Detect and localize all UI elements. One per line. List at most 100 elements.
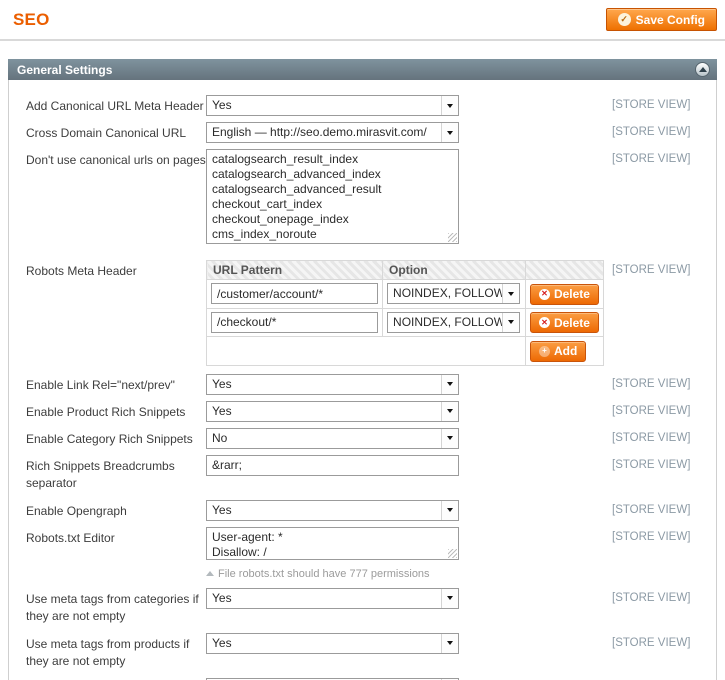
delete-icon: ✕ [538,317,550,328]
row-meta-categories: Use meta tags from categories if they ar… [26,587,708,625]
scope-label: [STORE VIEW] [612,404,691,417]
row-robots-txt: Robots.txt Editor User-agent: * Disallow… [26,526,708,580]
field-label: Enable Category Rich Snippets [26,431,193,446]
scope-label: [STORE VIEW] [612,458,691,471]
dropdown-arrow-icon [441,500,458,520]
settings-form: Add Canonical URL Meta Header Yes [STORE… [8,80,717,680]
plus-icon: + [538,345,550,357]
row-product-rich-snippets: Enable Product Rich Snippets Yes [STORE … [26,400,708,422]
row-category-rich-snippets: Enable Category Rich Snippets No [STORE … [26,427,708,449]
dropdown-arrow-icon [502,284,520,304]
no-canonical-pages-textarea[interactable]: catalogsearch_result_index catalogsearch… [206,149,459,244]
field-label: Use meta tags from categories if they ar… [26,591,199,623]
select-value: Yes [212,502,232,517]
dropdown-arrow-icon [441,374,458,394]
dropdown-arrow-icon [502,312,520,332]
scope-label: [STORE VIEW] [612,503,691,516]
column-header-url-pattern: URL Pattern [205,260,384,280]
row-cross-domain: Cross Domain Canonical URL English — htt… [26,122,708,143]
save-config-label: Save Config [635,12,705,27]
select-value: Yes [212,98,232,112]
header-divider [0,39,725,41]
scope-label: [STORE VIEW] [612,126,691,138]
page-title: SEO [13,9,50,29]
robots-meta-table: URL Pattern Option NOINDEX, FOLLOW [205,260,605,366]
column-header-action [524,260,605,280]
breadcrumbs-separator-input[interactable] [206,454,459,476]
column-header-option: Option [382,260,526,280]
meta-categories-select[interactable]: Yes [206,587,459,609]
add-button[interactable]: + Add [529,340,587,362]
content-header: SEO ✓ Save Config [0,0,725,31]
product-rich-snippets-select[interactable]: Yes [206,400,459,422]
field-label: Cross Domain Canonical URL [26,126,187,140]
row-no-canonical-pages: Don't use canonical urls on pages catalo… [26,149,708,249]
select-value: NOINDEX, FOLLOW [393,314,503,329]
section-header-general-settings[interactable]: General Settings [8,59,717,80]
note-text: File robots.txt should have 777 permissi… [218,567,430,580]
category-rich-snippets-select[interactable]: No [206,427,459,449]
url-pattern-input[interactable] [211,283,379,305]
scope-label: [STORE VIEW] [612,530,691,543]
delete-button[interactable]: ✕ Delete [529,283,599,305]
dropdown-arrow-icon [441,96,458,115]
warning-icon [206,571,214,576]
select-value: NOINDEX, FOLLOW [393,286,503,301]
canonical-meta-select[interactable]: Yes [206,95,459,116]
field-label: Enable Product Rich Snippets [26,404,186,419]
section-title: General Settings [17,62,113,77]
select-value: Yes [212,590,232,605]
field-label: Robots Meta Header [26,264,137,278]
scope-label: [STORE VIEW] [612,377,691,390]
scope-label: [STORE VIEW] [612,636,691,649]
scope-label: [STORE VIEW] [612,431,691,444]
select-value: English — http://seo.demo.mirasvit.com/ [212,125,427,139]
select-value: Yes [212,635,232,650]
row-breadcrumbs-separator: Rich Snippets Breadcrumbs separator [STO… [26,454,708,492]
dropdown-arrow-icon [441,123,458,142]
delete-button[interactable]: ✕ Delete [529,312,599,333]
select-value: No [212,430,228,445]
field-label: Robots.txt Editor [26,530,115,545]
field-label: Use meta tags from products if they are … [26,636,190,668]
field-label: Don't use canonical urls on pages [26,153,206,167]
url-pattern-input[interactable] [211,311,379,333]
row-canonical-meta: Add Canonical URL Meta Header Yes [STORE… [26,95,708,116]
delete-label: Delete [553,315,590,330]
add-label: Add [553,344,578,358]
table-add-row: + Add [206,336,605,366]
field-label: Add Canonical URL Meta Header [26,99,204,113]
robots-option-select[interactable]: NOINDEX, FOLLOW [387,283,521,305]
field-label: Enable Opengraph [26,503,127,518]
robots-txt-note: File robots.txt should have 777 permissi… [206,568,606,580]
cross-domain-select[interactable]: English — http://seo.demo.mirasvit.com/ [206,122,459,143]
dropdown-arrow-icon [441,428,458,448]
scope-label: [STORE VIEW] [612,591,691,604]
checkmark-icon: ✓ [617,13,631,26]
chevron-up-icon [698,67,707,72]
select-value: Yes [212,403,232,418]
row-robots-meta: Robots Meta Header URL Pattern Option /c… [26,260,708,366]
robots-option-select[interactable]: NOINDEX, FOLLOW [387,311,521,333]
collapse-section-button[interactable] [695,62,710,77]
row-opengraph: Enable Opengraph Yes [STORE VIEW] [26,499,708,521]
select-value: Yes [212,376,232,391]
scope-label: [STORE VIEW] [612,153,691,165]
table-row: NOINDEX, FOLLOW ✕ Delete [205,279,605,309]
dropdown-arrow-icon [441,588,458,608]
robots-txt-textarea[interactable]: User-agent: * Disallow: / [206,526,459,560]
meta-products-select[interactable]: Yes [206,632,459,654]
field-label: Rich Snippets Breadcrumbs separator [26,458,175,490]
save-config-button[interactable]: ✓ Save Config [605,8,717,31]
delete-icon: ✕ [538,288,550,300]
row-link-rel: Enable Link Rel="next/prev" Yes [STORE V… [26,373,708,395]
scope-label: [STORE VIEW] [612,99,691,111]
scope-label: [STORE VIEW] [612,264,691,276]
dropdown-arrow-icon [441,633,458,653]
opengraph-select[interactable]: Yes [206,499,459,521]
link-rel-select[interactable]: Yes [206,373,459,395]
dropdown-arrow-icon [441,401,458,421]
table-header-row: URL Pattern Option [205,260,605,280]
field-label: Enable Link Rel="next/prev" [26,377,175,392]
row-meta-products: Use meta tags from products if they are … [26,632,708,670]
